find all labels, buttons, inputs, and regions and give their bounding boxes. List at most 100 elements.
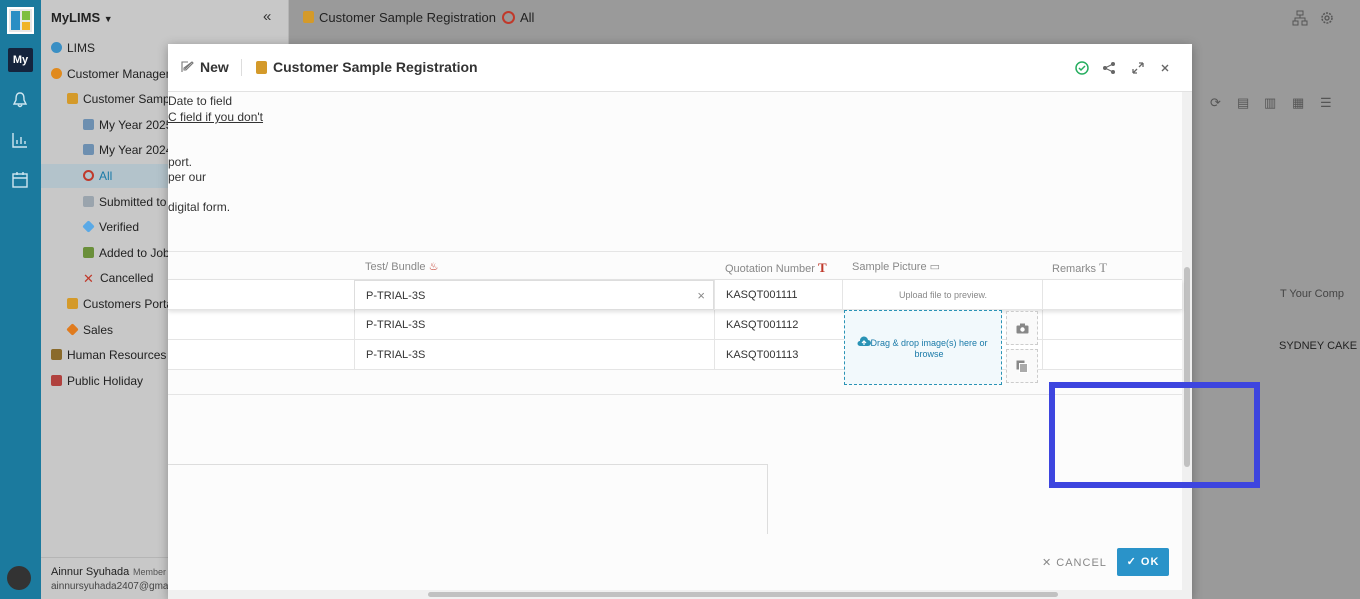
checklist-icon[interactable]: ☰ — [1320, 95, 1332, 111]
close-icon[interactable] — [1157, 60, 1173, 76]
column-header-label: Test/ Bundle — [365, 261, 426, 273]
nav-all[interactable]: All — [41, 164, 168, 188]
remarks-cell[interactable] — [1042, 280, 1182, 310]
calendar-icon[interactable]: ▦ — [1292, 95, 1304, 111]
user-name: Ainnur Syuhada — [51, 566, 130, 578]
column-header-quotation[interactable]: Quotation Number T — [725, 260, 827, 276]
my-workspace-button[interactable]: My — [8, 48, 33, 72]
remarks-cell[interactable] — [1042, 340, 1182, 370]
nav-my-year-2024[interactable]: My Year 2024 — [41, 138, 168, 162]
app-logo-icon[interactable] — [7, 7, 34, 34]
nav-label: Customers Portal — [83, 297, 168, 311]
calendar-icon[interactable] — [11, 171, 29, 189]
annotation-highlight-box — [1049, 382, 1260, 488]
test-bundle-cell[interactable]: P-TRIAL-3S — [354, 310, 714, 340]
bell-icon[interactable] — [11, 91, 29, 109]
nav-label: Sales — [83, 323, 114, 337]
remarks-cell[interactable] — [1042, 310, 1182, 340]
scroll-icon — [256, 61, 267, 74]
text-type-icon: T — [1099, 260, 1108, 275]
intro-text-link[interactable]: C field if you don't — [168, 110, 263, 124]
nav-customers-portal[interactable]: Customers Portal — [41, 292, 168, 316]
people-icon — [67, 298, 78, 309]
cancel-label: CANCEL — [1056, 557, 1107, 569]
verified-check-icon[interactable] — [1074, 60, 1090, 76]
vertical-scrollbar[interactable] — [1182, 92, 1192, 599]
export-icon[interactable]: ▤ — [1237, 95, 1249, 111]
nav-customer-sample-registration[interactable]: Customer Sample Registration — [41, 87, 168, 111]
ok-button[interactable]: ✓ OK — [1117, 548, 1169, 576]
nav-label: Customer Management — [67, 67, 168, 81]
share-icon[interactable] — [1101, 60, 1117, 76]
modal-mode-label: New — [200, 59, 229, 75]
user-role: Member — [133, 567, 167, 577]
org-chart-icon[interactable] — [1292, 10, 1308, 26]
column-header-test-bundle[interactable]: Test/ Bundle ♨ — [365, 260, 438, 273]
chart-icon[interactable]: ▥ — [1264, 95, 1276, 111]
column-header-remarks[interactable]: Remarks T — [1052, 260, 1107, 276]
nav-public-holiday[interactable]: Public Holiday — [41, 369, 168, 393]
browse-files-button[interactable] — [1006, 349, 1038, 383]
intro-text-line: port. — [168, 155, 193, 169]
nav-my-year-2025[interactable]: My Year 2025 — [41, 113, 168, 137]
text-type-icon: T — [817, 260, 827, 275]
nav-verified[interactable]: Verified — [41, 215, 168, 239]
nav-cancelled[interactable]: ✕ Cancelled — [41, 266, 168, 290]
nav-sales[interactable]: Sales — [41, 318, 168, 342]
inbox-icon — [83, 247, 94, 258]
scroll-icon — [67, 93, 78, 104]
circle-icon — [502, 11, 515, 24]
edit-icon — [181, 61, 194, 72]
nav-added-to-job[interactable]: Added to Job — [41, 241, 168, 265]
page-view-label: All — [520, 10, 535, 25]
chart-icon[interactable] — [11, 131, 29, 149]
calendar-icon — [51, 375, 62, 386]
horizontal-scrollbar[interactable] — [168, 590, 1182, 599]
camera-button[interactable] — [1006, 311, 1038, 345]
collapse-sidebar-button[interactable]: « — [263, 8, 271, 25]
test-bundle-select[interactable]: P-TRIAL-3S × — [354, 280, 714, 310]
scroll-thumb[interactable] — [428, 592, 1058, 597]
refresh-icon[interactable]: ⟳ — [1210, 95, 1221, 111]
nav-label: Submitted to KAS — [99, 195, 168, 209]
nav-submitted[interactable]: Submitted to KAS — [41, 190, 168, 214]
nav-human-resources[interactable]: Human Resources — [41, 343, 168, 367]
nav-label: My Year 2025 — [99, 118, 168, 132]
icon-rail: My — [0, 0, 41, 599]
nav-lims[interactable]: LIMS — [41, 36, 168, 60]
bg-cell-value: SYDNEY CAKE — [1279, 340, 1358, 352]
quotation-cell[interactable]: KASQT001113 — [714, 340, 842, 370]
nav-label: Verified — [99, 220, 140, 234]
test-bundle-cell[interactable]: P-TRIAL-3S — [354, 340, 714, 370]
clear-icon[interactable]: × — [697, 281, 705, 311]
nav-customer-management[interactable]: Customer Management — [41, 62, 168, 86]
app-switcher[interactable]: MyLIMS ▼ — [51, 10, 113, 25]
page-title: Customer Sample Registration — [319, 10, 497, 25]
sample-picture-cell[interactable]: Upload file to preview. — [842, 280, 1042, 310]
cancel-button[interactable]: ✕ CANCEL — [1042, 556, 1107, 569]
smiley-icon — [51, 68, 62, 79]
nav-label: All — [99, 169, 113, 183]
upload-hint: Upload file to preview. — [898, 290, 988, 300]
expand-icon[interactable] — [1130, 60, 1146, 76]
document-icon — [83, 196, 94, 207]
table-row[interactable]: P-TRIAL-3S × KASQT001111 Upload file to p… — [168, 280, 1182, 310]
avatar[interactable] — [7, 566, 31, 590]
column-header-picture[interactable]: Sample Picture ▭ — [852, 260, 940, 273]
app-name: MyLIMS — [51, 10, 101, 25]
circle-icon — [83, 170, 94, 181]
image-dropzone[interactable]: Drag & drop image(s) here or browse — [844, 310, 1002, 385]
nav-label: Human Resources — [67, 348, 167, 362]
sample-registration-modal: New Customer Sample Registration Date to… — [168, 44, 1192, 599]
quotation-cell[interactable]: KASQT001111 — [714, 280, 842, 310]
quotation-cell[interactable]: KASQT001112 — [714, 310, 842, 340]
sample-table-header: Test/ Bundle ♨ Quotation Number T Sample… — [168, 251, 1182, 280]
gear-icon[interactable] — [1319, 10, 1335, 26]
diamond-icon — [66, 323, 79, 336]
camera-icon — [1016, 323, 1029, 334]
modal-title: Customer Sample Registration — [273, 59, 478, 75]
dropzone-text: Drag & drop image(s) here or browse — [870, 338, 988, 359]
chart-icon — [83, 119, 94, 130]
form-section-box — [168, 464, 768, 534]
nav-label: Cancelled — [100, 271, 154, 285]
